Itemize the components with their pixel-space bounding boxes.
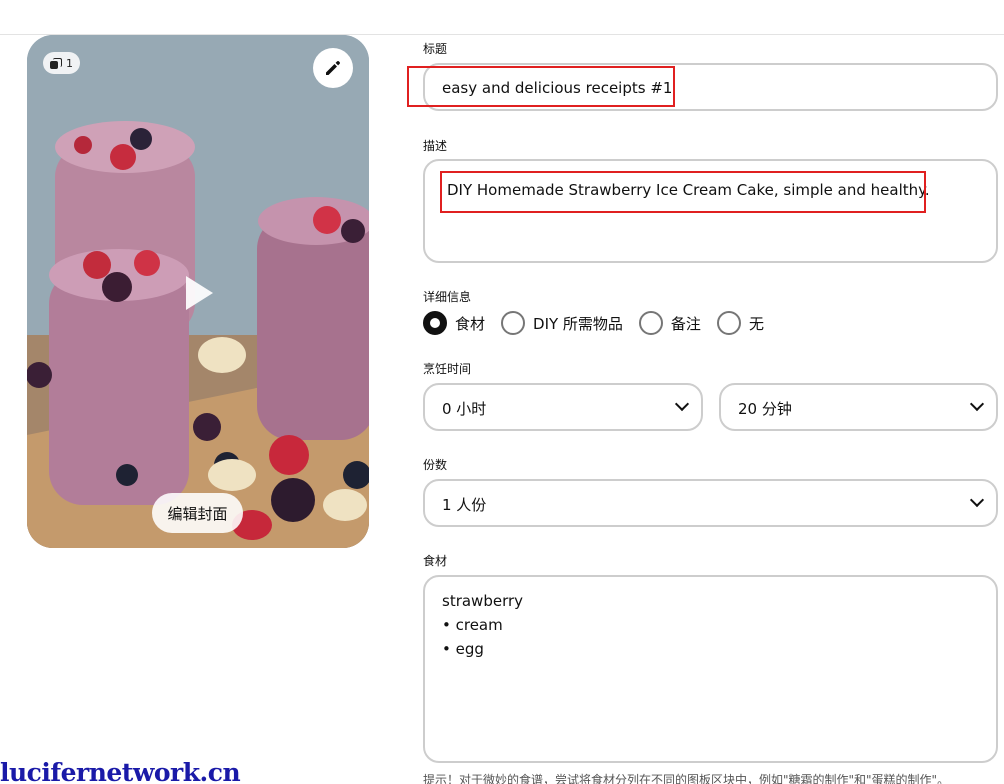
details-radio-group: 食材 DIY 所需物品 备注 无 — [423, 310, 780, 336]
radio-unchecked-icon — [501, 311, 526, 335]
play-icon — [185, 276, 213, 310]
details-label: 详细信息 — [423, 290, 472, 304]
title-label: 标题 — [423, 42, 448, 56]
description-highlight-box — [440, 171, 926, 213]
radio-label: DIY 所需物品 — [533, 314, 623, 333]
chevron-down-icon — [969, 492, 985, 508]
radio-diy-supplies[interactable]: DIY 所需物品 — [501, 311, 623, 335]
pin-editor: 1 编辑封面 标题 easy and delicious receipts #1… — [0, 0, 1004, 784]
ingredient-line: strawberry — [442, 592, 524, 610]
description-label: 描述 — [423, 139, 448, 153]
play-video-button[interactable] — [177, 271, 221, 315]
servings-value: 1 人份 — [442, 496, 487, 514]
pages-stack-icon — [50, 57, 62, 69]
cook-time-label: 烹饪时间 — [423, 362, 472, 376]
radio-label: 无 — [748, 314, 764, 333]
cook-minutes-value: 20 分钟 — [738, 400, 792, 418]
cook-hours-select[interactable]: 0 小时 — [423, 383, 703, 431]
cook-hours-value: 0 小时 — [442, 400, 487, 418]
ingredients-label: 食材 — [423, 554, 448, 568]
pin-details-form: 标题 easy and delicious receipts #1 描述 DIY… — [407, 0, 1004, 784]
ingredients-hint: 提示！对于微妙的食谱，尝试将食材分列在不同的图板区块中，例如"糖霜的制作"和"蛋… — [423, 773, 950, 784]
page-count-badge: 1 — [43, 52, 80, 74]
edit-cover-button[interactable]: 编辑封面 — [152, 493, 243, 533]
page-count-value: 1 — [66, 56, 73, 70]
cook-minutes-select[interactable]: 20 分钟 — [719, 383, 998, 431]
pencil-icon — [326, 61, 340, 75]
ingredients-textarea[interactable]: strawberry • cream • egg — [423, 575, 998, 763]
radio-label: 备注 — [670, 314, 701, 333]
ingredient-line: • egg — [442, 640, 484, 658]
radio-unchecked-icon — [716, 311, 741, 335]
watermark: lucifernetwork.cn — [0, 758, 241, 784]
radio-notes[interactable]: 备注 — [638, 311, 701, 335]
radio-checked-icon — [423, 311, 447, 335]
radio-label: 食材 — [455, 314, 486, 333]
radio-none[interactable]: 无 — [716, 311, 764, 335]
ingredients-list: strawberry • cream • egg — [442, 589, 523, 661]
servings-select[interactable]: 1 人份 — [423, 479, 998, 527]
chevron-down-icon — [969, 396, 985, 412]
radio-ingredients[interactable]: 食材 — [423, 311, 485, 335]
servings-label: 份数 — [423, 458, 448, 472]
media-preview: 1 编辑封面 — [27, 35, 369, 548]
title-highlight-box — [407, 66, 675, 107]
radio-unchecked-icon — [638, 311, 663, 335]
chevron-down-icon — [674, 396, 690, 412]
ingredient-line: • cream — [442, 616, 503, 634]
edit-media-button[interactable] — [313, 48, 353, 88]
